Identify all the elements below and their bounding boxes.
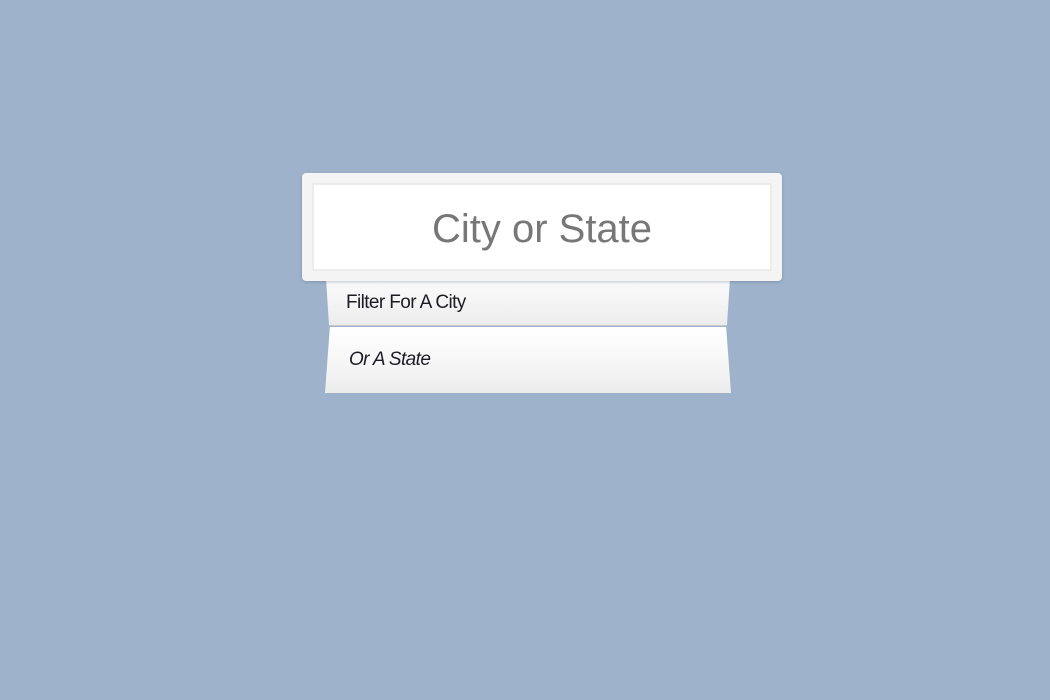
search-input[interactable] <box>312 183 772 271</box>
suggestions-list: Filter For A City Or A State <box>0 0 1050 700</box>
suggestion-item-state[interactable]: Or A State <box>325 327 731 393</box>
suggestion-label: Filter For A City <box>346 291 466 313</box>
suggestion-label: Or A State <box>349 349 431 370</box>
page-stage: Filter For A City Or A State <box>0 0 1050 700</box>
search-form <box>302 173 782 281</box>
